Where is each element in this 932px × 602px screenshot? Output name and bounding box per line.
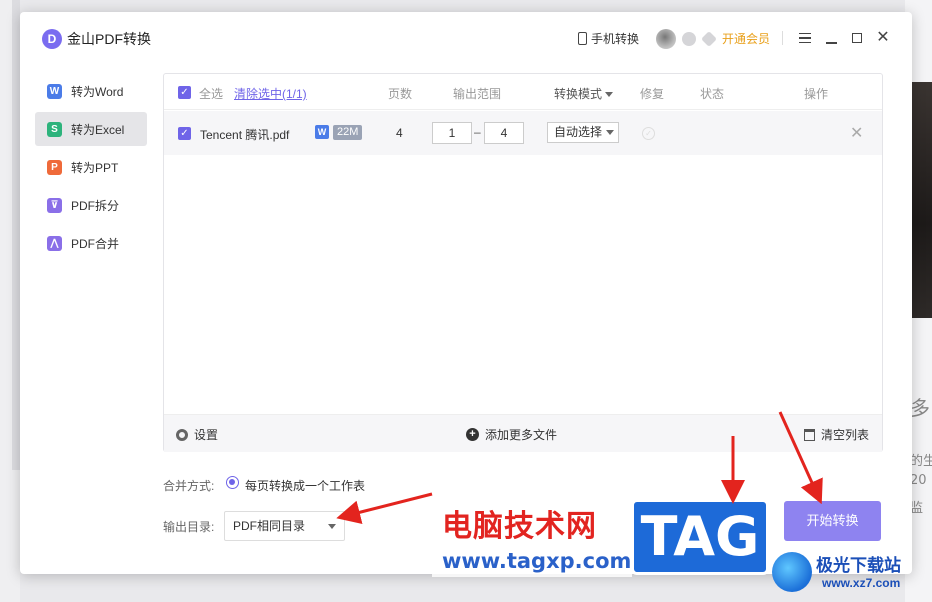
file-name: Tencent 腾讯.pdf — [200, 128, 290, 142]
excel-icon: S — [47, 121, 62, 137]
vip-badge-icon — [682, 32, 696, 46]
background-text: 20 — [910, 473, 927, 488]
mode-select[interactable]: 自动选择 — [547, 122, 619, 143]
table-row[interactable]: ✓ Tencent 腾讯.pdf W 22M 4 1 – 4 自动选择 ✓ ✕ — [164, 111, 882, 155]
mode-header-label: 转换模式 — [554, 87, 603, 101]
settings-button[interactable]: 设置 — [176, 426, 218, 443]
tag-logo: TAG — [631, 499, 769, 575]
sidebar-item-to-excel[interactable]: S 转为Excel — [35, 112, 147, 146]
settings-label: 设置 — [194, 428, 219, 442]
select-all-label[interactable]: 全选 — [199, 85, 223, 102]
jiguang-site-name: 极光下载站 — [816, 556, 901, 576]
row-checkbox[interactable]: ✓ — [178, 127, 191, 140]
select-all-checkbox[interactable]: ✓ — [178, 86, 191, 99]
jiguang-logo-icon — [772, 552, 812, 592]
pages-header: 页数 — [388, 87, 413, 101]
range-from-input[interactable]: 1 — [432, 122, 472, 144]
start-convert-button[interactable]: 开始转换 — [784, 501, 881, 541]
range-separator: – — [474, 125, 481, 139]
sidebar-item-label: PDF合并 — [71, 236, 120, 251]
merge-mode-option[interactable]: 每页转换成一个工作表 — [245, 477, 365, 494]
split-icon: ⊽ — [47, 197, 62, 213]
chevron-down-icon — [606, 130, 614, 135]
word-icon: W — [47, 83, 62, 99]
word-format-icon: W — [315, 125, 329, 139]
sidebar-item-label: 转为Word — [71, 84, 124, 99]
close-icon[interactable]: ✕ — [875, 30, 891, 46]
range-to-input[interactable]: 4 — [484, 122, 524, 144]
file-size-badge: 22M — [333, 125, 363, 140]
maximize-icon[interactable] — [852, 33, 862, 43]
gear-icon — [176, 428, 188, 441]
sidebar-item-label: 转为PPT — [71, 160, 119, 175]
output-range-header: 输出范围 — [453, 87, 502, 101]
output-dir-label: 输出目录: — [163, 520, 215, 534]
title-bar: D 金山PDF转换 手机转换 开通会员 ✕ — [20, 12, 912, 64]
background-photo — [912, 82, 932, 318]
jiguang-site-url: www.xz7.com — [822, 576, 901, 590]
sidebar-item-pdf-merge[interactable]: ⋀ PDF合并 — [35, 226, 147, 260]
mobile-convert-button[interactable]: 手机转换 — [578, 30, 639, 47]
add-more-label: 添加更多文件 — [485, 428, 558, 442]
chevron-down-icon — [328, 524, 336, 529]
plus-circle-icon: + — [466, 428, 479, 441]
ppt-icon: P — [47, 159, 62, 175]
background-left-scrollbar — [12, 0, 20, 470]
vip-level-icon — [701, 31, 717, 47]
sidebar-item-pdf-split[interactable]: ⊽ PDF拆分 — [35, 188, 147, 222]
table-footer: 设置 + 添加更多文件 清空列表 — [164, 414, 882, 452]
minimize-icon[interactable] — [826, 42, 837, 44]
merge-mode-radio[interactable] — [226, 476, 239, 489]
menu-icon[interactable] — [799, 33, 811, 43]
sidebar-item-label: PDF拆分 — [71, 198, 120, 213]
add-more-files-button[interactable]: + 添加更多文件 — [466, 426, 557, 443]
background-text: 的生 — [910, 454, 932, 469]
merge-icon: ⋀ — [47, 235, 62, 251]
action-header: 操作 — [804, 87, 829, 101]
avatar[interactable] — [656, 29, 676, 49]
clear-list-button[interactable]: 清空列表 — [804, 426, 869, 443]
file-list-panel: ✓ 全选 清除选中(1/1) 页数 输出范围 转换模式 修复 状态 操作 ✓ T… — [163, 73, 883, 452]
mobile-convert-label: 手机转换 — [591, 32, 640, 46]
page-count: 4 — [396, 126, 403, 140]
table-header: ✓ 全选 清除选中(1/1) 页数 输出范围 转换模式 修复 状态 操作 — [164, 74, 882, 110]
background-text: 多 — [910, 396, 930, 420]
clear-list-label: 清空列表 — [821, 428, 870, 442]
status-header: 状态 — [700, 87, 725, 101]
sidebar-item-label: 转为Excel — [71, 122, 125, 137]
sidebar-item-to-ppt[interactable]: P 转为PPT — [35, 150, 147, 184]
clear-selected-link[interactable]: 清除选中(1/1) — [234, 85, 307, 102]
repair-header: 修复 — [640, 87, 665, 101]
app-title: 金山PDF转换 — [67, 31, 151, 47]
output-dir-value: PDF相同目录 — [233, 519, 306, 533]
chevron-down-icon — [605, 92, 614, 98]
open-vip-link[interactable]: 开通会员 — [722, 30, 770, 47]
output-dir-select[interactable]: PDF相同目录 — [224, 511, 345, 541]
watermark-site-url: www.tagxp.com — [442, 549, 632, 573]
sidebar-item-to-word[interactable]: W 转为Word — [35, 74, 147, 108]
phone-icon — [578, 32, 587, 45]
titlebar-divider — [782, 31, 783, 45]
mode-header-dropdown[interactable]: 转换模式 — [554, 85, 614, 102]
converter-dialog: D 金山PDF转换 手机转换 开通会员 ✕ W 转为Word S 转为Excel… — [20, 12, 912, 574]
trash-icon — [804, 428, 815, 441]
app-logo-icon: D — [42, 29, 62, 49]
sidebar: W 转为Word S 转为Excel P 转为PPT ⊽ PDF拆分 ⋀ PDF… — [20, 64, 160, 574]
mode-select-value: 自动选择 — [554, 125, 603, 139]
remove-file-icon[interactable]: ✕ — [850, 123, 863, 143]
repair-check-icon: ✓ — [642, 127, 655, 140]
watermark-site-name: 电脑技术网 — [442, 509, 597, 544]
merge-mode-label: 合并方式: — [163, 479, 215, 493]
